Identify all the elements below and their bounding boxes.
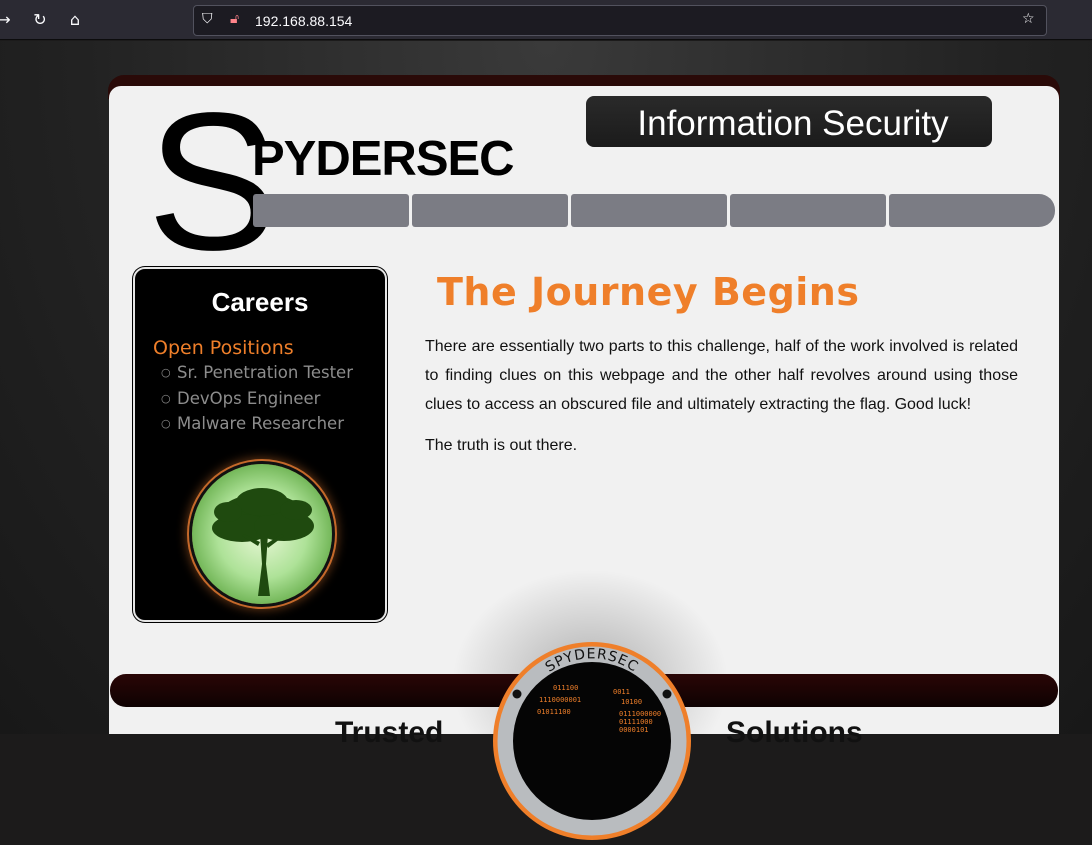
svg-text:0000101: 0000101 <box>619 726 649 734</box>
position-label[interactable]: Malware Researcher <box>177 414 344 433</box>
globe-emblem-icon: SPYDERSEC 011100 1110000001 01011100 001… <box>494 643 690 839</box>
tree-icon <box>212 488 314 596</box>
nav-item-5[interactable] <box>889 194 1055 227</box>
home-icon[interactable]: ⌂ <box>63 8 87 32</box>
reload-icon[interactable]: ↻ <box>28 8 52 32</box>
address-bar[interactable]: ⛉ 🔓︎ 192.168.88.154 ☆ <box>193 5 1047 36</box>
svg-text:0011: 0011 <box>613 688 630 696</box>
position-label[interactable]: Sr. Penetration Tester <box>177 363 353 382</box>
forward-icon[interactable]: → <box>0 8 16 32</box>
page-headline: The Journey Begins <box>437 270 860 314</box>
list-item[interactable]: ○ Sr. Penetration Tester <box>161 363 353 389</box>
nav-item-3[interactable] <box>571 194 727 227</box>
sidebar-title: Careers <box>211 287 309 317</box>
nav-item-1[interactable] <box>253 194 409 227</box>
spydersec-emblem-icon: SPYDERSEC 011100 1110000001 01011100 001… <box>493 642 691 840</box>
circle-bullet-icon: ○ <box>161 391 171 405</box>
svg-text:01011100: 01011100 <box>537 708 571 716</box>
url-text[interactable]: 192.168.88.154 <box>255 13 352 29</box>
tagline: Information Security <box>586 96 992 147</box>
list-item[interactable]: ○ DevOps Engineer <box>161 389 353 415</box>
svg-text:1110000001: 1110000001 <box>539 696 581 704</box>
svg-text:011100: 011100 <box>553 684 578 692</box>
logo-wordmark[interactable]: PYDERSEC <box>252 134 515 184</box>
svg-text:10100: 10100 <box>621 698 642 706</box>
careers-sidebar: Careers Open Positions ○ Sr. Penetration … <box>133 267 387 622</box>
nav-item-4[interactable] <box>730 194 886 227</box>
intro-paragraph: There are essentially two parts to this … <box>425 338 1018 413</box>
browser-toolbar: → ↻ ⌂ ⛉ 🔓︎ 192.168.88.154 ☆ <box>0 0 1092 40</box>
truth-paragraph: The truth is out there. <box>425 437 578 454</box>
svg-text:01111000: 01111000 <box>619 718 653 726</box>
list-item[interactable]: ○ Malware Researcher <box>161 414 353 440</box>
bookmark-star-icon[interactable]: ☆ <box>1022 11 1035 27</box>
positions-list: ○ Sr. Penetration Tester ○ DevOps Engineer… <box>161 363 353 440</box>
open-positions-heading: Open Positions <box>153 337 294 359</box>
circle-bullet-icon: ○ <box>161 417 171 430</box>
tree-emblem-icon <box>192 464 332 604</box>
footer-left-word: Trusted <box>335 716 444 749</box>
insecure-lock-icon[interactable]: 🔓︎ <box>230 11 239 27</box>
footer-right-word: Solutions <box>726 716 863 749</box>
position-label[interactable]: DevOps Engineer <box>177 389 320 408</box>
svg-text:0111000000: 0111000000 <box>619 710 661 718</box>
nav-item-2[interactable] <box>412 194 568 227</box>
shield-icon[interactable]: ⛉ <box>202 11 213 27</box>
circle-bullet-icon: ○ <box>161 366 171 379</box>
